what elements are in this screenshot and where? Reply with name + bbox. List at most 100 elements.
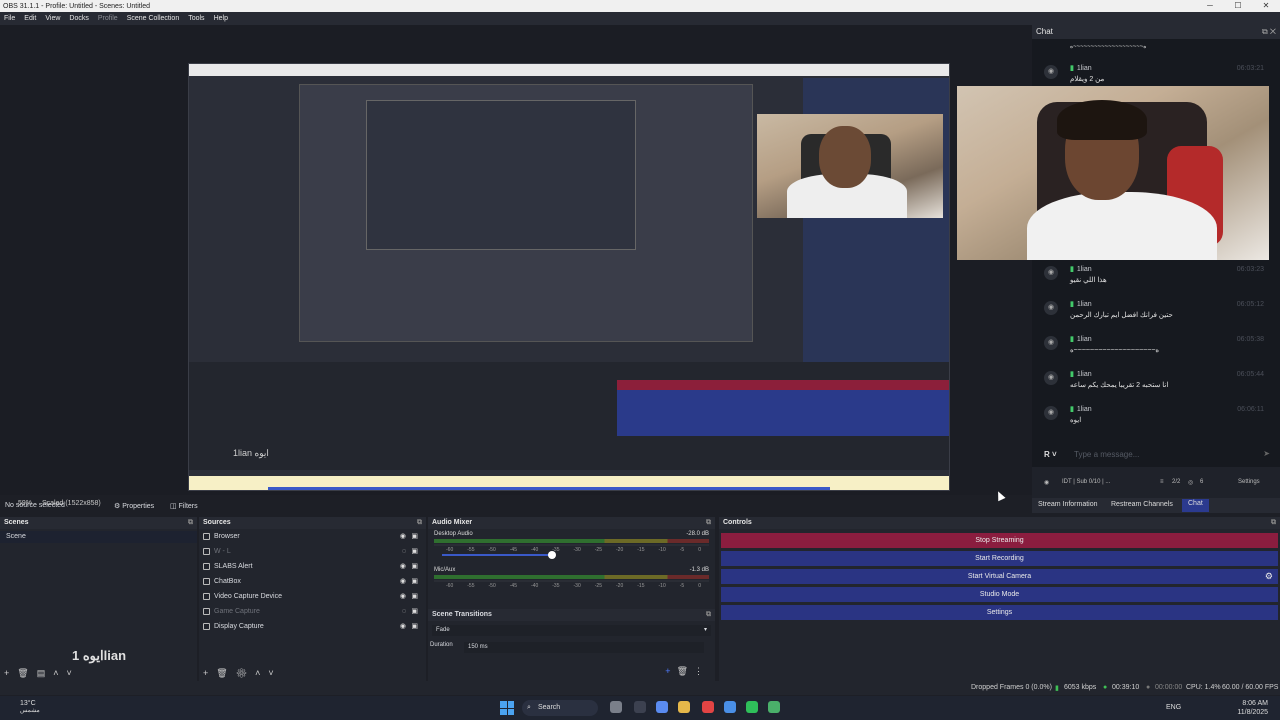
weather-widget[interactable]: 13°C مشمس <box>8 700 44 714</box>
menu-profile[interactable]: Profile <box>98 15 118 22</box>
lock-icon[interactable]: ▣ <box>411 529 418 544</box>
source-item[interactable]: Browser ◉ ▣ <box>199 529 426 544</box>
chat-username[interactable]: 1lian <box>1077 336 1092 343</box>
remove-icon[interactable]: 🗑 <box>216 668 235 678</box>
webcam-hair <box>1057 100 1147 140</box>
preview-canvas[interactable]: 1lian ايوه <box>188 63 950 491</box>
visibility-icon[interactable]: ◉ <box>400 574 406 589</box>
obs-icon[interactable] <box>702 701 714 713</box>
start-icon[interactable] <box>500 701 514 715</box>
source-item[interactable]: SLABS Alert ◉ ▣ <box>199 559 426 574</box>
studio-mode-button[interactable]: Studio Mode <box>721 587 1278 602</box>
lock-icon[interactable]: ▣ <box>411 619 418 634</box>
send-icon[interactable]: ➤ <box>1263 449 1270 458</box>
more-icon[interactable]: ⋮ <box>694 666 709 676</box>
menu-tools[interactable]: Tools <box>188 15 204 22</box>
menu-edit[interactable]: Edit <box>24 15 36 22</box>
scenes-toolbar: +🗑▤˄˅ <box>4 668 80 679</box>
preview-area[interactable]: 1lian ايوه <box>0 25 1032 495</box>
start-recording-button[interactable]: Start Recording <box>721 551 1278 566</box>
filter-icon[interactable]: ▤ <box>37 668 54 678</box>
chat-username[interactable]: 1lian <box>1077 301 1092 308</box>
source-item[interactable]: Display Capture ◉ ▣ <box>199 619 426 634</box>
visibility-icon[interactable]: ◉ <box>400 559 406 574</box>
transition-select[interactable]: Fade ▾ <box>432 625 711 636</box>
move-down-icon[interactable]: ˅ <box>268 668 281 678</box>
settings-link[interactable]: Settings <box>1238 479 1260 485</box>
spotify-icon[interactable] <box>746 701 758 713</box>
lock-icon[interactable]: ▣ <box>411 574 418 589</box>
properties-button[interactable]: ⚙ Properties <box>114 502 154 510</box>
settings-button[interactable]: Settings <box>721 605 1278 620</box>
language-indicator[interactable]: ENG <box>1166 704 1181 711</box>
chat-username[interactable]: 1lian <box>1077 406 1092 413</box>
preview-scrollbar[interactable] <box>268 487 830 490</box>
chrome-icon-2[interactable] <box>768 701 780 713</box>
source-item[interactable]: W - L ◌ ▣ <box>199 544 426 559</box>
visibility-icon[interactable]: ◉ <box>400 589 406 604</box>
lock-icon[interactable]: ▣ <box>411 589 418 604</box>
taskbar-search[interactable]: ⌕ Search <box>522 700 598 716</box>
popout-icon[interactable]: ⧉ <box>706 517 711 529</box>
filters-button[interactable]: ◫ Filters <box>170 502 198 510</box>
menu-view[interactable]: View <box>45 15 60 22</box>
popout-icon[interactable]: ⧉ <box>706 609 711 621</box>
source-item[interactable]: Video Capture Device ◉ ▣ <box>199 589 426 604</box>
tab-restream-channels[interactable]: Restream Channels <box>1111 501 1173 508</box>
chat-input[interactable]: Type a message... <box>1074 450 1139 459</box>
move-up-icon[interactable]: ˄ <box>255 668 268 678</box>
avatar: ◉ <box>1044 336 1058 350</box>
move-up-icon[interactable]: ˄ <box>53 668 66 678</box>
scene-item[interactable]: Scene <box>0 531 197 543</box>
duration-input[interactable]: 150 ms <box>464 642 704 653</box>
menu-file[interactable]: File <box>4 15 15 22</box>
move-down-icon[interactable]: ˅ <box>66 668 79 678</box>
minimize-icon[interactable]: ─ <box>1196 0 1224 12</box>
source-item[interactable]: ChatBox ◉ ▣ <box>199 574 426 589</box>
tab-stream-information[interactable]: Stream Information <box>1038 501 1098 508</box>
add-icon[interactable]: + <box>665 666 676 676</box>
start-virtual-camera-button[interactable]: Start Virtual Camera ⚙ <box>721 569 1278 584</box>
volume-slider[interactable] <box>442 554 550 556</box>
add-icon[interactable]: + <box>4 668 17 678</box>
watermark-text: ايوه 1lian <box>72 648 127 663</box>
menu-scene-collection[interactable]: Scene Collection <box>127 15 180 22</box>
maximize-icon[interactable]: ☐ <box>1224 0 1252 12</box>
source-label: ChatBox <box>214 578 241 585</box>
menu-docks[interactable]: Docks <box>69 15 88 22</box>
edge-icon[interactable] <box>656 701 668 713</box>
lock-icon[interactable]: ▣ <box>411 544 418 559</box>
visibility-icon[interactable]: ◉ <box>400 619 406 634</box>
scenes-title: Scenes ⧉ <box>0 517 197 529</box>
clock[interactable]: 8:06 AM 11/8/2025 <box>1237 699 1268 717</box>
lock-icon[interactable]: ▣ <box>411 559 418 574</box>
menu-help[interactable]: Help <box>214 15 228 22</box>
visibility-icon[interactable]: ◉ <box>400 529 406 544</box>
add-icon[interactable]: + <box>203 668 216 678</box>
folder-icon[interactable] <box>678 701 690 713</box>
task-view-icon[interactable] <box>610 701 622 713</box>
chrome-icon[interactable] <box>724 701 736 713</box>
popout-icon[interactable]: ⧉ <box>1271 517 1276 529</box>
chat-username[interactable]: 1lian <box>1077 266 1092 273</box>
visibility-icon[interactable]: ◌ <box>402 604 406 619</box>
remove-icon[interactable]: 🗑 <box>677 666 694 676</box>
app-icon[interactable] <box>634 701 646 713</box>
popout-icon[interactable]: ⧉ <box>417 517 422 529</box>
gear-icon[interactable]: ⚙ <box>1265 569 1273 584</box>
restream-logo-icon[interactable]: R ˅ <box>1044 450 1057 459</box>
remove-icon[interactable]: 🗑 <box>17 668 36 678</box>
popout-icon[interactable]: ⧉ <box>188 517 193 529</box>
obs-status-bar: Dropped Frames 0 (0.0%) ▮ 6053 kbps ● 00… <box>0 681 1280 695</box>
chat-username[interactable]: 1lian <box>1077 65 1092 72</box>
visibility-icon[interactable]: ◌ <box>402 544 406 559</box>
lock-icon[interactable]: ▣ <box>411 604 418 619</box>
chat-username[interactable]: 1lian <box>1077 371 1092 378</box>
tab-chat[interactable]: Chat <box>1182 499 1209 512</box>
gear-icon[interactable]: ⚙ <box>236 668 255 678</box>
stop-streaming-button[interactable]: Stop Streaming <box>721 533 1278 548</box>
close-icon[interactable]: ✕ <box>1252 0 1280 12</box>
source-item[interactable]: Game Capture ◌ ▣ <box>199 604 426 619</box>
volume-slider-handle[interactable] <box>548 551 556 559</box>
dock-close-icon[interactable]: ⧉ ✕ <box>1262 25 1276 39</box>
